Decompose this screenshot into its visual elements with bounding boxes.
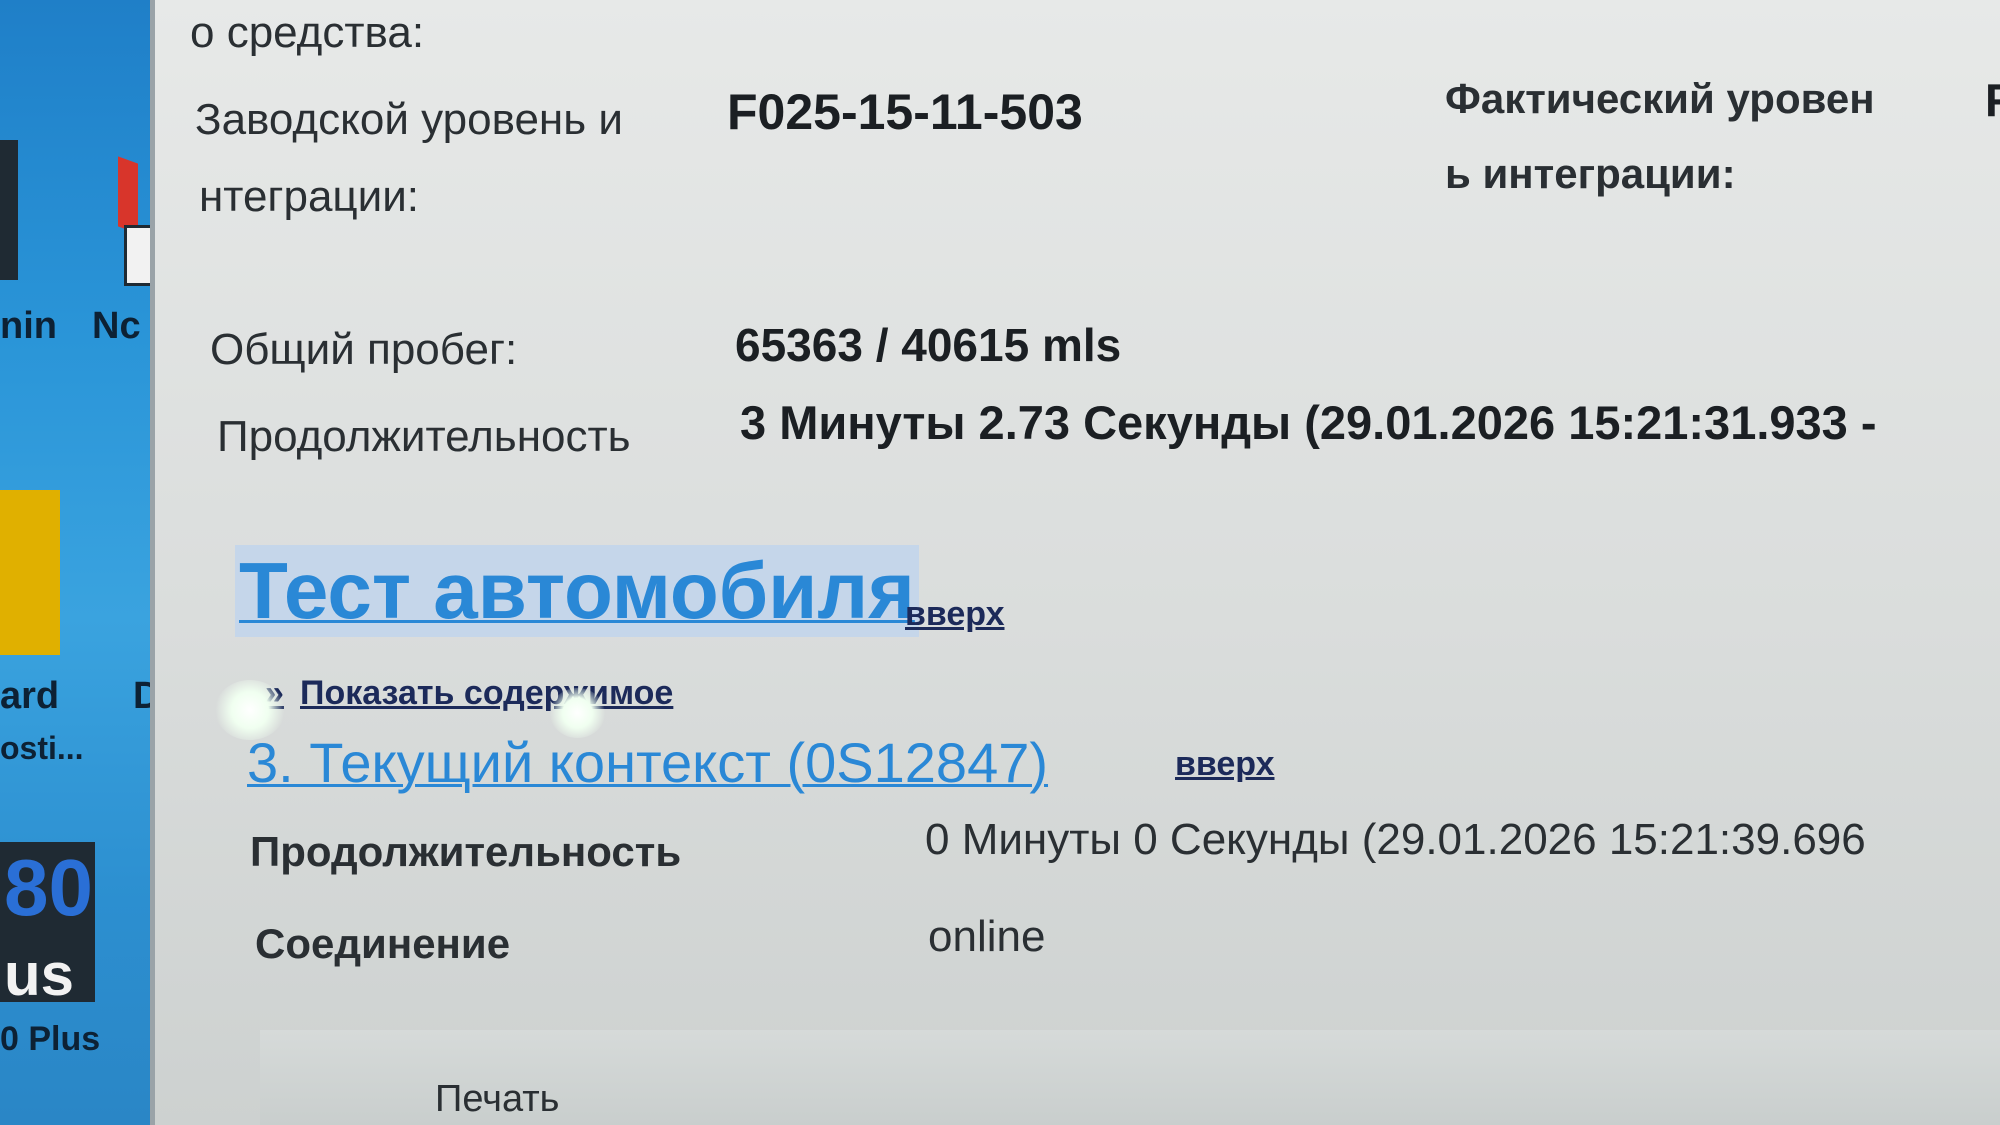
report-window: о средства: Заводской уровень и F025-15-… [150, 0, 2000, 1125]
desktop-icon-label[interactable]: Nc [92, 305, 141, 348]
context-duration-value: 0 Минуты 0 Секунды (29.01.2026 15:21:39.… [925, 815, 1866, 864]
show-content-link[interactable]: Показать содержимое [300, 674, 673, 713]
current-context-heading[interactable]: 3. Текущий контекст (0S12847) [247, 730, 1048, 795]
mileage-value: 65363 / 40615 mls [735, 319, 1122, 371]
desktop-icon-label[interactable]: 0 Plus [0, 1020, 100, 1059]
desktop-icon-label[interactable]: nin [0, 305, 57, 348]
vehicle-test-up-link[interactable]: вверх [905, 595, 1005, 634]
desktop-icon-label[interactable]: us [4, 940, 74, 1009]
desktop-icon-dark[interactable] [0, 140, 18, 280]
screen-glare [550, 688, 605, 738]
screen-glare [215, 680, 285, 740]
desktop-icon-label[interactable]: 80 [4, 842, 93, 934]
actual-level-label-cont: ь интеграции: [1445, 150, 1736, 197]
factory-level-value: F025-15-11-503 [727, 84, 1083, 140]
print-button[interactable]: Печать [435, 1078, 559, 1121]
connection-value: online [928, 912, 1046, 961]
factory-level-label: Заводской уровень и [195, 95, 623, 144]
actual-level-value: F [1985, 74, 2000, 126]
desktop-icon-flag[interactable] [118, 156, 138, 234]
desktop-icon-label[interactable]: osti... [0, 730, 84, 767]
connection-label: Соединение [255, 920, 511, 967]
current-context-up-link[interactable]: вверх [1175, 745, 1275, 784]
desktop-icon-yellow[interactable] [0, 490, 60, 655]
vehicle-label-fragment: о средства: [190, 8, 425, 57]
duration-label: Продолжительность [217, 412, 631, 461]
vehicle-test-heading[interactable]: Тест автомобиля [235, 545, 919, 637]
desktop-icon-label[interactable]: ard [0, 675, 59, 718]
factory-level-label-cont: нтеграции: [199, 172, 419, 221]
mileage-label: Общий пробег: [210, 325, 518, 374]
duration-value: 3 Минуты 2.73 Секунды (29.01.2026 15:21:… [740, 396, 1877, 449]
context-duration-label: Продолжительность [250, 828, 682, 875]
actual-level-label: Фактический уровен [1445, 75, 1875, 122]
